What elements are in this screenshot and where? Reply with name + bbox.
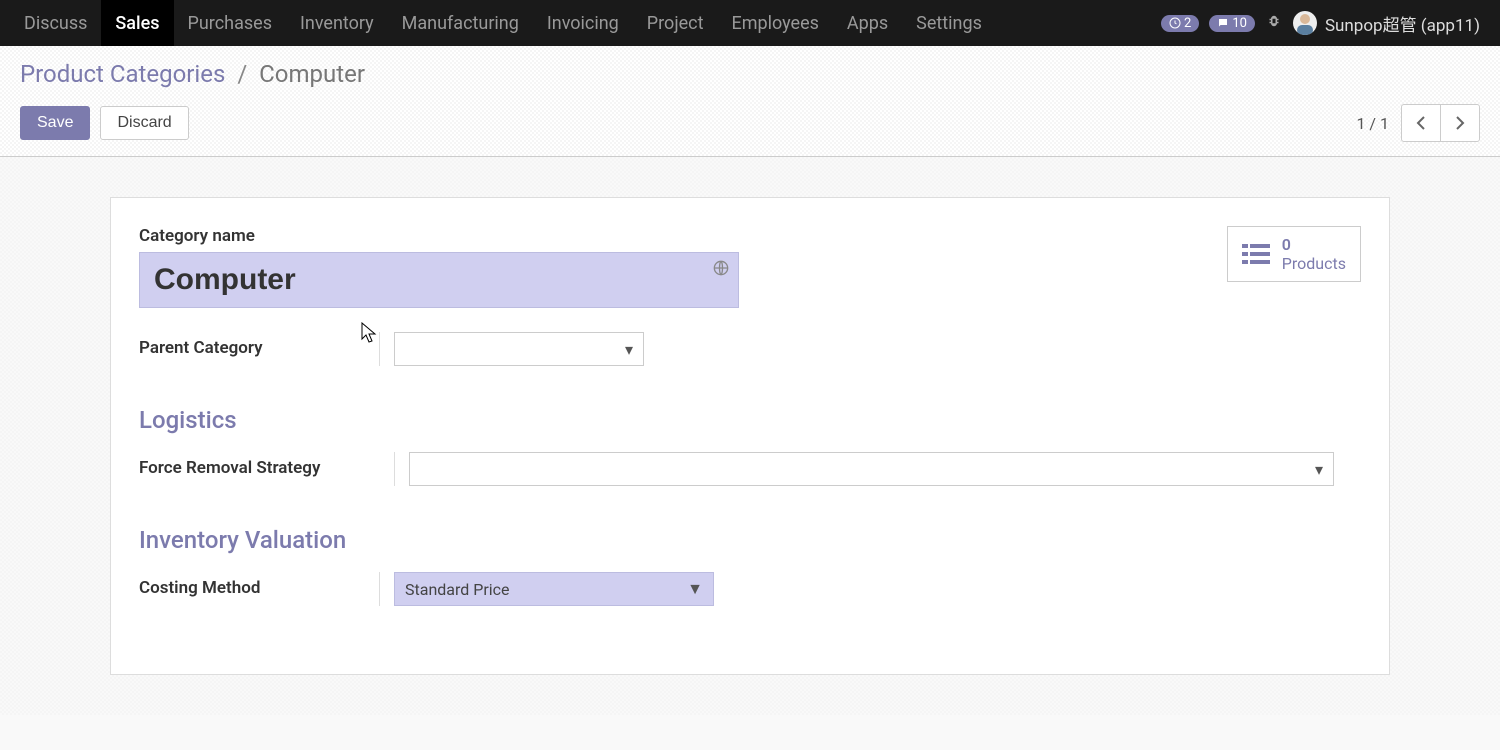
costing-method-select[interactable]: Standard Price ▼ (394, 572, 714, 606)
nav-item-purchases[interactable]: Purchases (174, 0, 286, 46)
systray: 2 10 Sunpop超管 (app11) (1161, 11, 1490, 36)
nav-item-inventory[interactable]: Inventory (286, 0, 388, 46)
nav-item-manufacturing[interactable]: Manufacturing (388, 0, 533, 46)
translate-button[interactable] (713, 260, 729, 280)
breadcrumb: Product Categories / Computer (20, 60, 1480, 88)
nav-item-settings[interactable]: Settings (902, 0, 996, 46)
control-panel: Product Categories / Computer Save Disca… (0, 46, 1500, 157)
avatar (1293, 11, 1317, 35)
form-area: 0 Products Category name Parent Category… (0, 157, 1500, 715)
caret-down-icon: ▾ (1315, 460, 1323, 479)
products-label: Products (1282, 254, 1346, 273)
products-stat-button[interactable]: 0 Products (1227, 226, 1361, 282)
parent-category-label: Parent Category (139, 332, 379, 358)
messages-count: 10 (1232, 16, 1247, 31)
list-icon (1242, 242, 1270, 266)
bug-icon (1265, 12, 1283, 30)
costing-method-value: Standard Price (405, 580, 510, 599)
activities-badge[interactable]: 2 (1161, 15, 1199, 32)
user-menu[interactable]: Sunpop超管 (app11) (1293, 11, 1480, 36)
nav-item-sales[interactable]: Sales (101, 0, 173, 46)
comment-icon (1217, 17, 1229, 29)
logistics-section-title: Logistics (139, 406, 1361, 434)
nav-items: Discuss Sales Purchases Inventory Manufa… (10, 0, 996, 46)
clock-icon (1169, 17, 1181, 29)
removal-strategy-select[interactable]: ▾ (409, 452, 1334, 486)
pager-next-button[interactable] (1440, 104, 1480, 142)
caret-down-icon: ▾ (625, 340, 633, 359)
chevron-right-icon (1455, 115, 1465, 131)
removal-strategy-label: Force Removal Strategy (139, 452, 394, 478)
breadcrumb-current: Computer (259, 60, 365, 88)
category-name-input[interactable] (139, 252, 739, 308)
nav-item-discuss[interactable]: Discuss (10, 0, 101, 46)
messages-badge[interactable]: 10 (1209, 15, 1255, 32)
avatar-icon (1293, 11, 1317, 35)
chevron-left-icon (1416, 115, 1426, 131)
products-count: 0 (1282, 235, 1346, 254)
top-nav: Discuss Sales Purchases Inventory Manufa… (0, 0, 1500, 46)
nav-item-project[interactable]: Project (633, 0, 718, 46)
caret-down-icon: ▼ (687, 579, 703, 599)
debug-menu[interactable] (1265, 12, 1283, 34)
category-name-label: Category name (139, 226, 1361, 246)
inventory-valuation-section-title: Inventory Valuation (139, 526, 1361, 554)
discard-button[interactable]: Discard (100, 106, 188, 140)
nav-item-employees[interactable]: Employees (718, 0, 833, 46)
nav-item-apps[interactable]: Apps (833, 0, 902, 46)
breadcrumb-parent[interactable]: Product Categories (20, 60, 225, 88)
pager-count: 1 / 1 (1356, 114, 1389, 133)
breadcrumb-separator: / (237, 60, 247, 88)
parent-category-select[interactable]: ▾ (394, 332, 644, 366)
save-button[interactable]: Save (20, 106, 90, 140)
activities-count: 2 (1184, 16, 1191, 31)
nav-item-invoicing[interactable]: Invoicing (533, 0, 633, 46)
form-sheet: 0 Products Category name Parent Category… (110, 197, 1390, 675)
pager-prev-button[interactable] (1401, 104, 1441, 142)
costing-method-label: Costing Method (139, 572, 379, 598)
user-name: Sunpop超管 (app11) (1325, 11, 1480, 36)
globe-icon (713, 260, 729, 276)
